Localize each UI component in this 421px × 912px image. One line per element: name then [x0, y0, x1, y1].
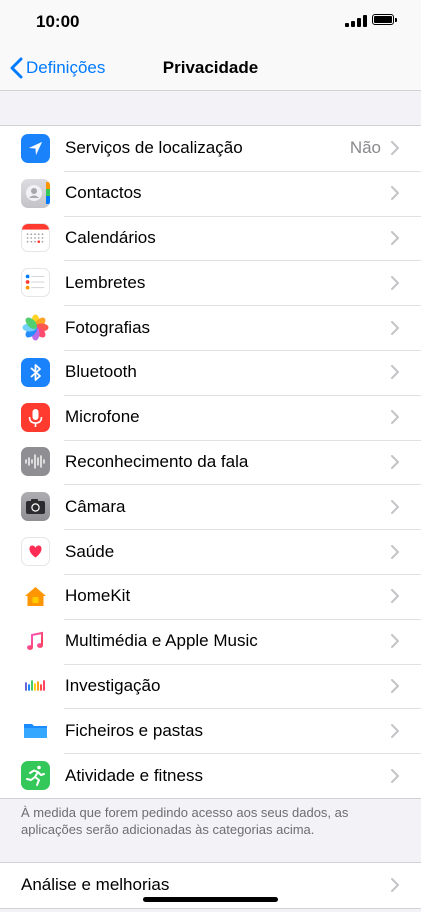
location-arrow-icon: [21, 133, 50, 163]
row-homekit[interactable]: HomeKit: [0, 573, 421, 619]
chevron-right-icon: [391, 589, 399, 604]
chevron-right-icon: [391, 365, 399, 380]
navigation-bar: Definições Privacidade: [0, 46, 421, 91]
row-label: Câmara: [65, 496, 126, 516]
row-label: Calendários: [65, 227, 156, 247]
research-icon: [21, 671, 50, 701]
heart-icon: [21, 537, 50, 567]
row-label: Bluetooth: [65, 362, 137, 382]
chevron-right-icon: [391, 768, 399, 783]
camera-icon: [21, 492, 50, 522]
chevron-right-icon: [391, 499, 399, 514]
reminders-icon: [21, 268, 50, 298]
row-label: Multimédia e Apple Music: [65, 631, 258, 651]
section-footer-note: À medida que forem pedindo acesso aos se…: [21, 805, 349, 837]
chevron-right-icon: [391, 410, 399, 425]
contacts-icon: [21, 178, 50, 208]
row-label: Atividade e fitness: [65, 765, 203, 785]
row-label: Investigação: [65, 675, 161, 695]
home-indicator[interactable]: [143, 897, 278, 902]
page-title: Privacidade: [162, 58, 259, 77]
row-research[interactable]: Investigação: [0, 663, 421, 709]
row-reminders[interactable]: Lembretes: [0, 260, 421, 305]
status-bar: 10:00: [0, 0, 421, 46]
row-label: Contactos: [65, 183, 142, 203]
chevron-right-icon: [391, 634, 399, 649]
row-activity-fitness[interactable]: Atividade e fitness: [0, 753, 421, 798]
row-value: Não: [349, 138, 381, 158]
row-speech-recognition[interactable]: Reconhecimento da fala: [0, 439, 421, 485]
folder-icon: [21, 716, 50, 746]
row-contacts[interactable]: Contactos: [0, 170, 421, 216]
chevron-right-icon: [391, 186, 399, 201]
row-label: Fotografias: [65, 317, 151, 337]
row-label: Reconhecimento da fala: [65, 451, 249, 471]
row-label: Saúde: [65, 541, 115, 561]
row-photos[interactable]: Fotografias: [0, 305, 421, 350]
row-health[interactable]: Saúde: [0, 529, 421, 574]
row-bluetooth[interactable]: Bluetooth: [0, 349, 421, 395]
waveform-icon: [21, 447, 50, 477]
photos-icon: [21, 313, 50, 343]
microphone-icon: [21, 402, 50, 432]
fitness-runner-icon: [21, 761, 50, 791]
chevron-right-icon: [391, 878, 399, 893]
chevron-right-icon: [391, 275, 399, 290]
privacy-list: Serviços de localização Não Contactos Ca…: [0, 125, 421, 799]
bluetooth-icon: [21, 357, 50, 387]
chevron-right-icon: [391, 544, 399, 559]
row-location-services[interactable]: Serviços de localização Não: [0, 126, 421, 171]
chevron-right-icon: [391, 141, 399, 156]
status-time: 10:00: [36, 12, 80, 31]
chevron-right-icon: [391, 320, 399, 335]
chevron-right-icon: [391, 678, 399, 693]
row-calendars[interactable]: Calendários: [0, 215, 421, 261]
home-icon: [21, 581, 50, 611]
music-note-icon: [21, 626, 50, 656]
row-label: HomeKit: [65, 586, 131, 606]
battery-icon: [372, 14, 397, 25]
chevron-right-icon: [391, 723, 399, 738]
row-camera[interactable]: Câmara: [0, 484, 421, 529]
row-label: Serviços de localização: [65, 138, 243, 158]
row-files-folders[interactable]: Ficheiros e pastas: [0, 708, 421, 753]
row-media-apple-music[interactable]: Multimédia e Apple Music: [0, 618, 421, 664]
row-label: Análise e melhorias: [21, 875, 170, 895]
calendar-icon: [21, 223, 50, 253]
chevron-right-icon: [391, 230, 399, 245]
chevron-right-icon: [391, 454, 399, 469]
cellular-signal-icon: [345, 15, 367, 27]
row-label: Microfone: [65, 407, 140, 427]
row-microphone[interactable]: Microfone: [0, 394, 421, 440]
row-label: Ficheiros e pastas: [65, 720, 203, 740]
row-label: Lembretes: [65, 272, 146, 292]
notch: [105, 0, 316, 30]
